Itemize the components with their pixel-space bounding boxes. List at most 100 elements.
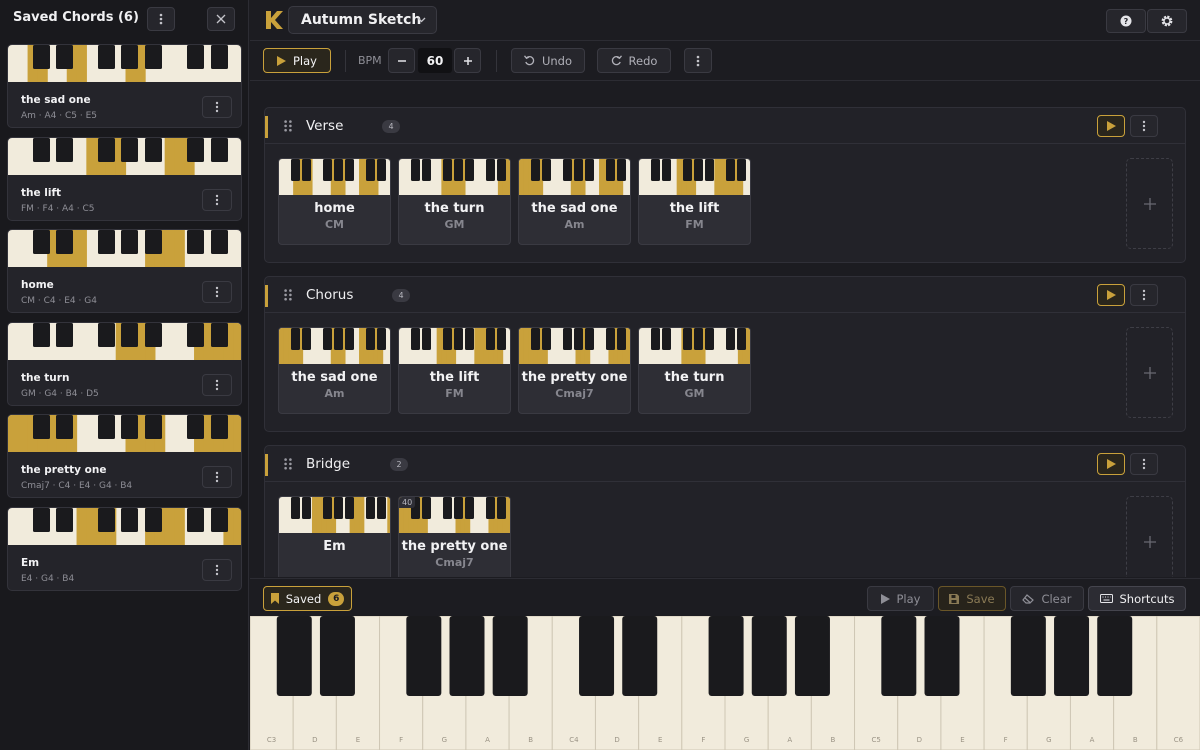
bottom-play-button[interactable]: Play: [867, 586, 934, 611]
black-key[interactable]: [751, 616, 787, 696]
section-menu-button[interactable]: [1130, 284, 1158, 306]
black-key[interactable]: [1010, 616, 1046, 696]
saved-chord-menu-button[interactable]: [202, 96, 232, 118]
chord-tile[interactable]: 40 the pretty one Cmaj7: [398, 496, 511, 577]
saved-chord-menu-button[interactable]: [202, 559, 232, 581]
saved-chord-card[interactable]: the turn GM · G4 · B4 · D5: [7, 321, 242, 406]
help-button[interactable]: ?: [1106, 9, 1146, 33]
saved-label: Saved: [285, 591, 322, 606]
chord-name: the turn: [424, 201, 485, 216]
black-key: [121, 322, 138, 347]
black-key: [694, 159, 703, 181]
chord-tile[interactable]: home CM: [278, 158, 391, 245]
add-chord-slot[interactable]: [1126, 496, 1173, 577]
black-key: [33, 415, 50, 440]
saved-chord-card[interactable]: the sad one Am · A4 · C5 · E5: [7, 44, 242, 128]
drag-handle-icon[interactable]: [284, 289, 292, 301]
black-key[interactable]: [881, 616, 917, 696]
add-chord-slot[interactable]: [1126, 158, 1173, 249]
bpm-value[interactable]: 60: [418, 48, 452, 73]
toolbar: Play BPM 60 Undo Redo: [250, 41, 1200, 81]
black-key: [323, 328, 332, 350]
section-menu-button[interactable]: [1130, 453, 1158, 475]
black-key[interactable]: [449, 616, 485, 696]
saved-chord-card[interactable]: the pretty one Cmaj7 · C4 · E4 · G4 · B4: [7, 414, 242, 499]
undo-button[interactable]: Undo: [511, 48, 585, 73]
sidebar-close-button[interactable]: [207, 7, 235, 31]
play-icon: [1106, 121, 1116, 131]
section-verse: Verse 4 home CM the turn GM the sad one Am the l…: [264, 107, 1186, 263]
section-menu-button[interactable]: [1130, 115, 1158, 137]
black-key: [121, 45, 138, 69]
plus-icon: [1143, 366, 1156, 379]
chord-tile[interactable]: the pretty one Cmaj7: [518, 327, 631, 414]
black-key: [291, 159, 300, 181]
black-key: [422, 159, 431, 181]
bpm-increase-button[interactable]: [454, 48, 481, 73]
sidebar-more-button[interactable]: [147, 7, 175, 31]
black-key: [33, 322, 50, 347]
saved-chord-card[interactable]: Em E4 · G4 · B4: [7, 507, 242, 591]
saved-chord-name: Em: [21, 557, 40, 569]
redo-button[interactable]: Redo: [597, 48, 671, 73]
save-button[interactable]: Save: [938, 586, 1006, 611]
chord-tile[interactable]: the sad one Am: [518, 158, 631, 245]
more-vertical-icon: [215, 101, 219, 113]
black-key[interactable]: [924, 616, 960, 696]
chord-tile[interactable]: the turn GM: [638, 327, 751, 414]
chord-tile[interactable]: the turn GM: [398, 158, 511, 245]
chord-tile[interactable]: the sad one Am: [278, 327, 391, 414]
black-key: [187, 137, 204, 162]
black-key: [443, 159, 452, 181]
saved-chord-menu-button[interactable]: [202, 466, 232, 489]
black-key[interactable]: [579, 616, 615, 696]
black-key: [187, 45, 204, 69]
chord-tile[interactable]: Em: [278, 496, 391, 577]
section-play-button[interactable]: [1097, 453, 1125, 475]
black-key[interactable]: [406, 616, 442, 696]
black-key[interactable]: [1097, 616, 1133, 696]
black-key: [345, 159, 354, 181]
play-all-button[interactable]: Play: [263, 48, 331, 73]
black-key: [211, 322, 228, 347]
saved-toggle-button[interactable]: Saved 6: [263, 586, 352, 611]
black-key: [531, 328, 540, 350]
black-key: [98, 322, 115, 347]
section-play-button[interactable]: [1097, 115, 1125, 137]
saved-chord-card[interactable]: home CM · C4 · E4 · G4: [7, 229, 242, 314]
chord-tile[interactable]: the lift FM: [638, 158, 751, 245]
section-play-button[interactable]: [1097, 284, 1125, 306]
saved-chord-card[interactable]: the lift FM · F4 · A4 · C5: [7, 136, 242, 221]
black-key[interactable]: [1054, 616, 1090, 696]
more-vertical-icon: [1142, 458, 1146, 470]
saved-chord-menu-button[interactable]: [202, 281, 232, 304]
save-label: Save: [966, 591, 995, 606]
shortcuts-button[interactable]: Shortcuts: [1088, 586, 1186, 611]
key-label: G: [744, 736, 749, 744]
black-key: [606, 159, 615, 181]
black-key: [145, 322, 162, 347]
drag-handle-icon[interactable]: [284, 120, 292, 132]
toolbar-more-button[interactable]: [684, 48, 712, 73]
black-key: [585, 328, 594, 350]
saved-chord-menu-button[interactable]: [202, 373, 232, 396]
clear-button[interactable]: Clear: [1010, 586, 1084, 611]
add-chord-slot[interactable]: [1126, 327, 1173, 418]
white-key[interactable]: [1156, 616, 1200, 750]
settings-button[interactable]: [1147, 9, 1187, 33]
black-key[interactable]: [622, 616, 658, 696]
bpm-decrease-button[interactable]: [388, 48, 415, 73]
key-label: F: [1004, 736, 1008, 744]
black-key[interactable]: [794, 616, 830, 696]
saved-chord-menu-button[interactable]: [202, 188, 232, 211]
black-key[interactable]: [276, 616, 312, 696]
drag-handle-icon[interactable]: [284, 458, 292, 470]
toolbar-divider: [345, 50, 346, 72]
project-name: Autumn Sketch: [301, 12, 422, 28]
project-select[interactable]: Autumn Sketch: [288, 6, 437, 34]
black-key[interactable]: [708, 616, 744, 696]
black-key[interactable]: [319, 616, 355, 696]
black-key[interactable]: [492, 616, 528, 696]
key-label: A: [787, 736, 792, 744]
chord-tile[interactable]: the lift FM: [398, 327, 511, 414]
